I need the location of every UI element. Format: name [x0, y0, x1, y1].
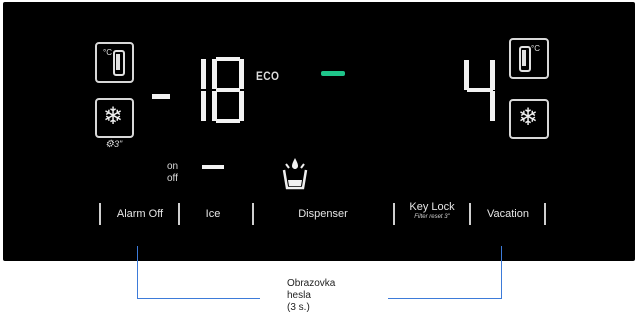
snowflake-icon: ❄	[518, 104, 539, 131]
thermometer-icon: °C	[517, 44, 541, 72]
fridge-supercool-button[interactable]: ❄	[509, 99, 549, 139]
lock-3s-icon: ⚙3"	[105, 139, 123, 150]
ice-button[interactable]: Ice	[193, 208, 233, 220]
water-glass-icon	[281, 156, 309, 190]
divider	[99, 203, 101, 225]
eco-indicator: ECO	[256, 69, 280, 83]
fridge-temp-button[interactable]: °C	[509, 38, 549, 79]
key-lock-button[interactable]: Key Lock Filter reset 3"	[399, 201, 465, 221]
divider	[252, 203, 254, 225]
callout-text-line: Obrazovka	[287, 278, 336, 289]
divider	[178, 203, 180, 225]
onoff-label-on: on	[167, 161, 179, 172]
alarm-off-button[interactable]: Alarm Off	[109, 208, 171, 220]
freezer-temp-button[interactable]: °C	[95, 42, 134, 83]
callout-line	[501, 246, 502, 299]
key-lock-label: Key Lock	[409, 201, 455, 213]
ice-onoff-dash	[202, 165, 224, 169]
callout-line	[388, 298, 502, 299]
callout-text: Obrazovka hesla (3 s.)	[287, 278, 335, 314]
callout-line	[137, 246, 138, 299]
divider	[544, 203, 546, 225]
status-indicator-bar	[321, 71, 345, 76]
filter-reset-label: Filter reset 3"	[414, 214, 450, 220]
vacation-button[interactable]: Vacation	[477, 208, 539, 220]
freezer-superfreeze-button[interactable]: ❄	[95, 98, 134, 138]
divider	[469, 203, 471, 225]
callout-text-line: hesla	[287, 290, 311, 301]
dispenser-button[interactable]: Dispenser	[288, 208, 358, 220]
callout-text-line: (3 s.)	[287, 302, 310, 313]
control-panel: °C ❄ ⚙3" - 18 ECO 4	[3, 2, 635, 261]
onoff-label-off: off	[167, 173, 178, 184]
divider	[393, 203, 395, 225]
freezer-temp-minus	[152, 94, 170, 99]
snowflake-icon: ❄	[103, 103, 124, 130]
callout-line	[137, 298, 260, 299]
thermometer-icon: °C	[103, 48, 125, 76]
